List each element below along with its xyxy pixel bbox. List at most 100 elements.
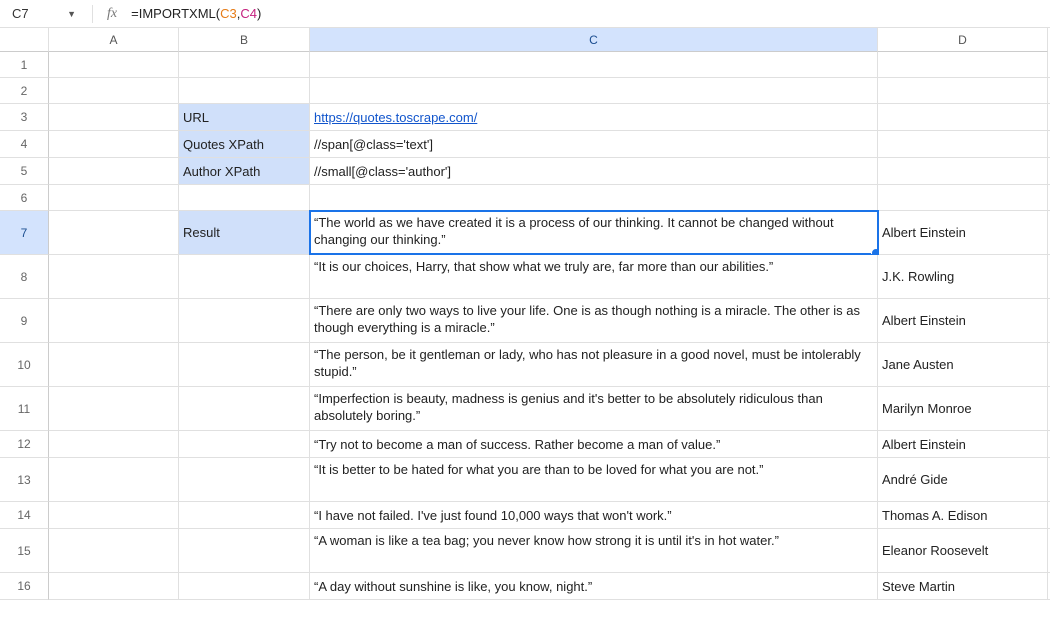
- cell-B15[interactable]: [179, 529, 310, 572]
- cell-D1[interactable]: [878, 52, 1048, 77]
- cell-C5[interactable]: //small[@class='author']: [310, 158, 878, 184]
- cell-C14[interactable]: “I have not failed. I've just found 10,0…: [310, 502, 878, 528]
- cell-C3[interactable]: https://quotes.toscrape.com/: [310, 104, 878, 130]
- cell-B13[interactable]: [179, 458, 310, 501]
- cell-A2[interactable]: [49, 78, 179, 103]
- cell-D2[interactable]: [878, 78, 1048, 103]
- cell-C10[interactable]: “The person, be it gentleman or lady, wh…: [310, 343, 878, 386]
- row-header-6[interactable]: 6: [0, 185, 49, 211]
- row-9: “There are only two ways to live your li…: [49, 299, 1050, 343]
- row-header-11[interactable]: 11: [0, 387, 49, 431]
- cell-A14[interactable]: [49, 502, 179, 528]
- row-header-12[interactable]: 12: [0, 431, 49, 458]
- cell-B6[interactable]: [179, 185, 310, 210]
- cell-C6[interactable]: [310, 185, 878, 210]
- cell-D8[interactable]: J.K. Rowling: [878, 255, 1048, 298]
- cell-B1[interactable]: [179, 52, 310, 77]
- row-16: “A day without sunshine is like, you kno…: [49, 573, 1050, 600]
- cell-B14[interactable]: [179, 502, 310, 528]
- cell-B9[interactable]: [179, 299, 310, 342]
- cell-C12[interactable]: “Try not to become a man of success. Rat…: [310, 431, 878, 457]
- formula-input[interactable]: =IMPORTXML(C3,C4): [131, 6, 1044, 21]
- dropdown-icon[interactable]: ▼: [67, 9, 76, 19]
- cell-A7[interactable]: [49, 211, 179, 254]
- cell-A3[interactable]: [49, 104, 179, 130]
- cell-B8[interactable]: [179, 255, 310, 298]
- cell-C13[interactable]: “It is better to be hated for what you a…: [310, 458, 878, 501]
- cell-A13[interactable]: [49, 458, 179, 501]
- cell-D4[interactable]: [878, 131, 1048, 157]
- row-header-10[interactable]: 10: [0, 343, 49, 387]
- cell-C16[interactable]: “A day without sunshine is like, you kno…: [310, 573, 878, 599]
- cell-A5[interactable]: [49, 158, 179, 184]
- column-headers: ABCD: [0, 28, 1050, 52]
- cell-C9[interactable]: “There are only two ways to live your li…: [310, 299, 878, 342]
- row-header-16[interactable]: 16: [0, 573, 49, 600]
- column-header-A[interactable]: A: [49, 28, 179, 52]
- column-header-B[interactable]: B: [179, 28, 310, 52]
- cell-A15[interactable]: [49, 529, 179, 572]
- row-header-13[interactable]: 13: [0, 458, 49, 502]
- cell-C7[interactable]: “The world as we have created it is a pr…: [310, 211, 878, 254]
- cell-C15[interactable]: “A woman is like a tea bag; you never kn…: [310, 529, 878, 572]
- row-header-9[interactable]: 9: [0, 299, 49, 343]
- cell-B4[interactable]: Quotes XPath: [179, 131, 310, 157]
- row-header-8[interactable]: 8: [0, 255, 49, 299]
- cell-C4[interactable]: //span[@class='text']: [310, 131, 878, 157]
- cell-D11[interactable]: Marilyn Monroe: [878, 387, 1048, 430]
- url-link[interactable]: https://quotes.toscrape.com/: [314, 109, 477, 126]
- cell-A8[interactable]: [49, 255, 179, 298]
- row-13: “It is better to be hated for what you a…: [49, 458, 1050, 502]
- cell-A10[interactable]: [49, 343, 179, 386]
- cell-D16[interactable]: Steve Martin: [878, 573, 1048, 599]
- cell-D9[interactable]: Albert Einstein: [878, 299, 1048, 342]
- cell-A1[interactable]: [49, 52, 179, 77]
- cell-C1[interactable]: [310, 52, 878, 77]
- row-header-4[interactable]: 4: [0, 131, 49, 158]
- cell-D12[interactable]: Albert Einstein: [878, 431, 1048, 457]
- row-11: “Imperfection is beauty, madness is geni…: [49, 387, 1050, 431]
- cell-B5[interactable]: Author XPath: [179, 158, 310, 184]
- cell-D13[interactable]: André Gide: [878, 458, 1048, 501]
- cell-C2[interactable]: [310, 78, 878, 103]
- cell-D7[interactable]: Albert Einstein: [878, 211, 1048, 254]
- row-header-14[interactable]: 14: [0, 502, 49, 529]
- row-5: Author XPath//small[@class='author']: [49, 158, 1050, 185]
- cell-D5[interactable]: [878, 158, 1048, 184]
- cell-D6[interactable]: [878, 185, 1048, 210]
- row-header-15[interactable]: 15: [0, 529, 49, 573]
- cell-D14[interactable]: Thomas A. Edison: [878, 502, 1048, 528]
- cell-A12[interactable]: [49, 431, 179, 457]
- cell-D10[interactable]: Jane Austen: [878, 343, 1048, 386]
- row-header-5[interactable]: 5: [0, 158, 49, 185]
- cell-C11[interactable]: “Imperfection is beauty, madness is geni…: [310, 387, 878, 430]
- row-headers: 12345678910111213141516: [0, 52, 49, 600]
- column-header-C[interactable]: C: [310, 28, 878, 52]
- cell-D15[interactable]: Eleanor Roosevelt: [878, 529, 1048, 572]
- row-14: “I have not failed. I've just found 10,0…: [49, 502, 1050, 529]
- cell-B2[interactable]: [179, 78, 310, 103]
- row-12: “Try not to become a man of success. Rat…: [49, 431, 1050, 458]
- cell-B7[interactable]: Result: [179, 211, 310, 254]
- cell-A16[interactable]: [49, 573, 179, 599]
- row-header-2[interactable]: 2: [0, 78, 49, 104]
- cell-A9[interactable]: [49, 299, 179, 342]
- cell-B12[interactable]: [179, 431, 310, 457]
- row-header-1[interactable]: 1: [0, 52, 49, 78]
- cell-B3[interactable]: URL: [179, 104, 310, 130]
- row-header-3[interactable]: 3: [0, 104, 49, 131]
- row-15: “A woman is like a tea bag; you never kn…: [49, 529, 1050, 573]
- cell-A6[interactable]: [49, 185, 179, 210]
- cell-C8[interactable]: “It is our choices, Harry, that show wha…: [310, 255, 878, 298]
- cell-A4[interactable]: [49, 131, 179, 157]
- name-box[interactable]: C7 ▼: [6, 6, 82, 21]
- cell-B11[interactable]: [179, 387, 310, 430]
- select-all-corner[interactable]: [0, 28, 49, 52]
- cell-B16[interactable]: [179, 573, 310, 599]
- row-header-7[interactable]: 7: [0, 211, 49, 255]
- formula-bar: C7 ▼ fx =IMPORTXML(C3,C4): [0, 0, 1050, 28]
- cell-D3[interactable]: [878, 104, 1048, 130]
- cell-A11[interactable]: [49, 387, 179, 430]
- cell-B10[interactable]: [179, 343, 310, 386]
- column-header-D[interactable]: D: [878, 28, 1048, 52]
